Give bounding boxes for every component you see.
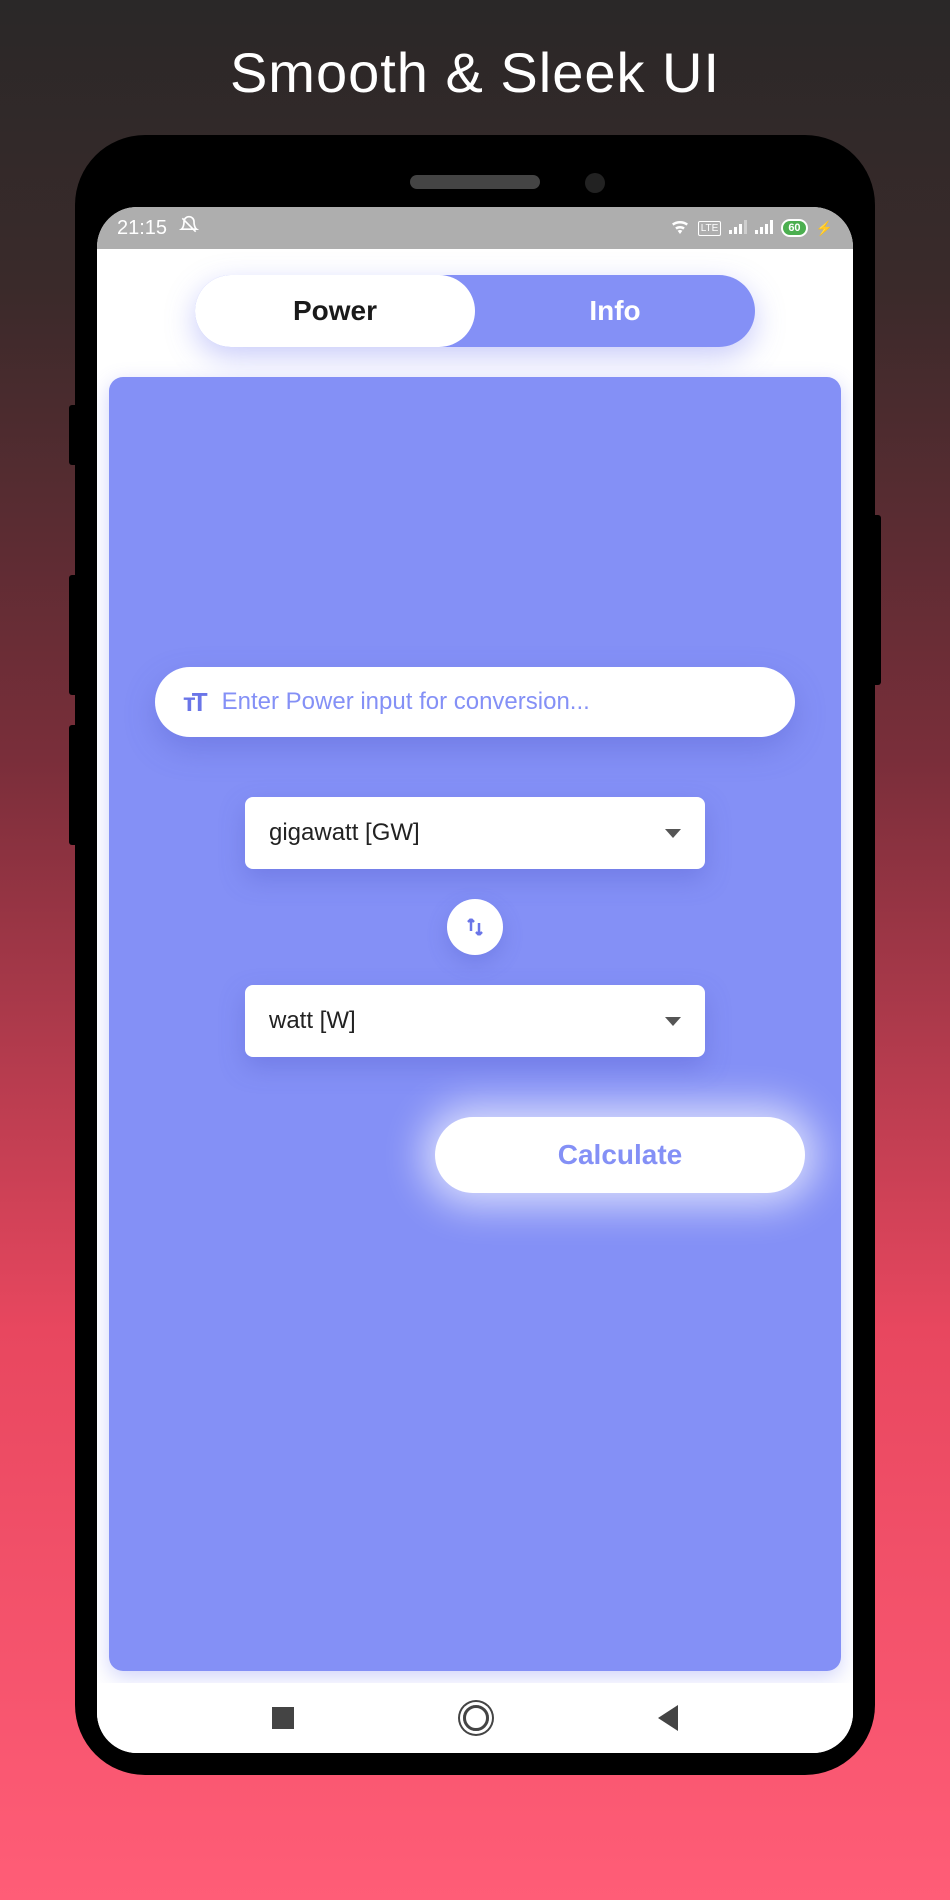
phone-volume-up — [69, 575, 75, 695]
wifi-icon — [670, 217, 690, 240]
android-nav-bar — [97, 1683, 853, 1753]
from-unit-dropdown[interactable]: gigawatt [GW] — [245, 797, 705, 869]
home-button[interactable] — [463, 1705, 489, 1731]
phone-speaker — [410, 175, 540, 189]
battery-icon: 60 — [781, 219, 807, 237]
promo-title: Smooth & Sleek UI — [0, 0, 950, 105]
back-button[interactable] — [658, 1705, 678, 1731]
volte-icon: LTE — [698, 221, 722, 236]
charging-icon: ⚡ — [816, 220, 833, 237]
power-input[interactable] — [222, 688, 767, 716]
phone-frame: 21:15 LTE 60 ⚡ — [75, 135, 875, 1775]
tab-info[interactable]: Info — [475, 275, 755, 347]
swap-icon — [463, 915, 487, 939]
recent-apps-button[interactable] — [272, 1707, 294, 1729]
signal-icon-2 — [755, 217, 773, 240]
signal-icon-1 — [729, 217, 747, 240]
calculate-button[interactable]: Calculate — [435, 1117, 805, 1193]
dnd-icon — [179, 215, 199, 241]
phone-volume-down — [69, 725, 75, 845]
tab-container: Power Info — [97, 249, 853, 377]
status-bar: 21:15 LTE 60 ⚡ — [97, 207, 853, 249]
to-unit-dropdown[interactable]: watt [W] — [245, 985, 705, 1057]
app-screen: 21:15 LTE 60 ⚡ — [97, 207, 853, 1753]
tab-pill: Power Info — [195, 275, 755, 347]
tab-power[interactable]: Power — [195, 275, 475, 347]
chevron-down-icon — [665, 829, 681, 838]
status-time: 21:15 — [117, 217, 167, 240]
phone-power-button — [875, 515, 881, 685]
chevron-down-icon — [665, 1017, 681, 1026]
power-input-container: тT — [155, 667, 795, 737]
phone-camera — [585, 173, 605, 193]
to-unit-value: watt [W] — [269, 1007, 356, 1035]
converter-panel: тT gigawatt [GW] watt [W] Calculate — [109, 377, 841, 1671]
text-size-icon: тT — [183, 687, 204, 718]
from-unit-value: gigawatt [GW] — [269, 819, 420, 847]
swap-button[interactable] — [447, 899, 503, 955]
phone-side-button — [69, 405, 75, 465]
